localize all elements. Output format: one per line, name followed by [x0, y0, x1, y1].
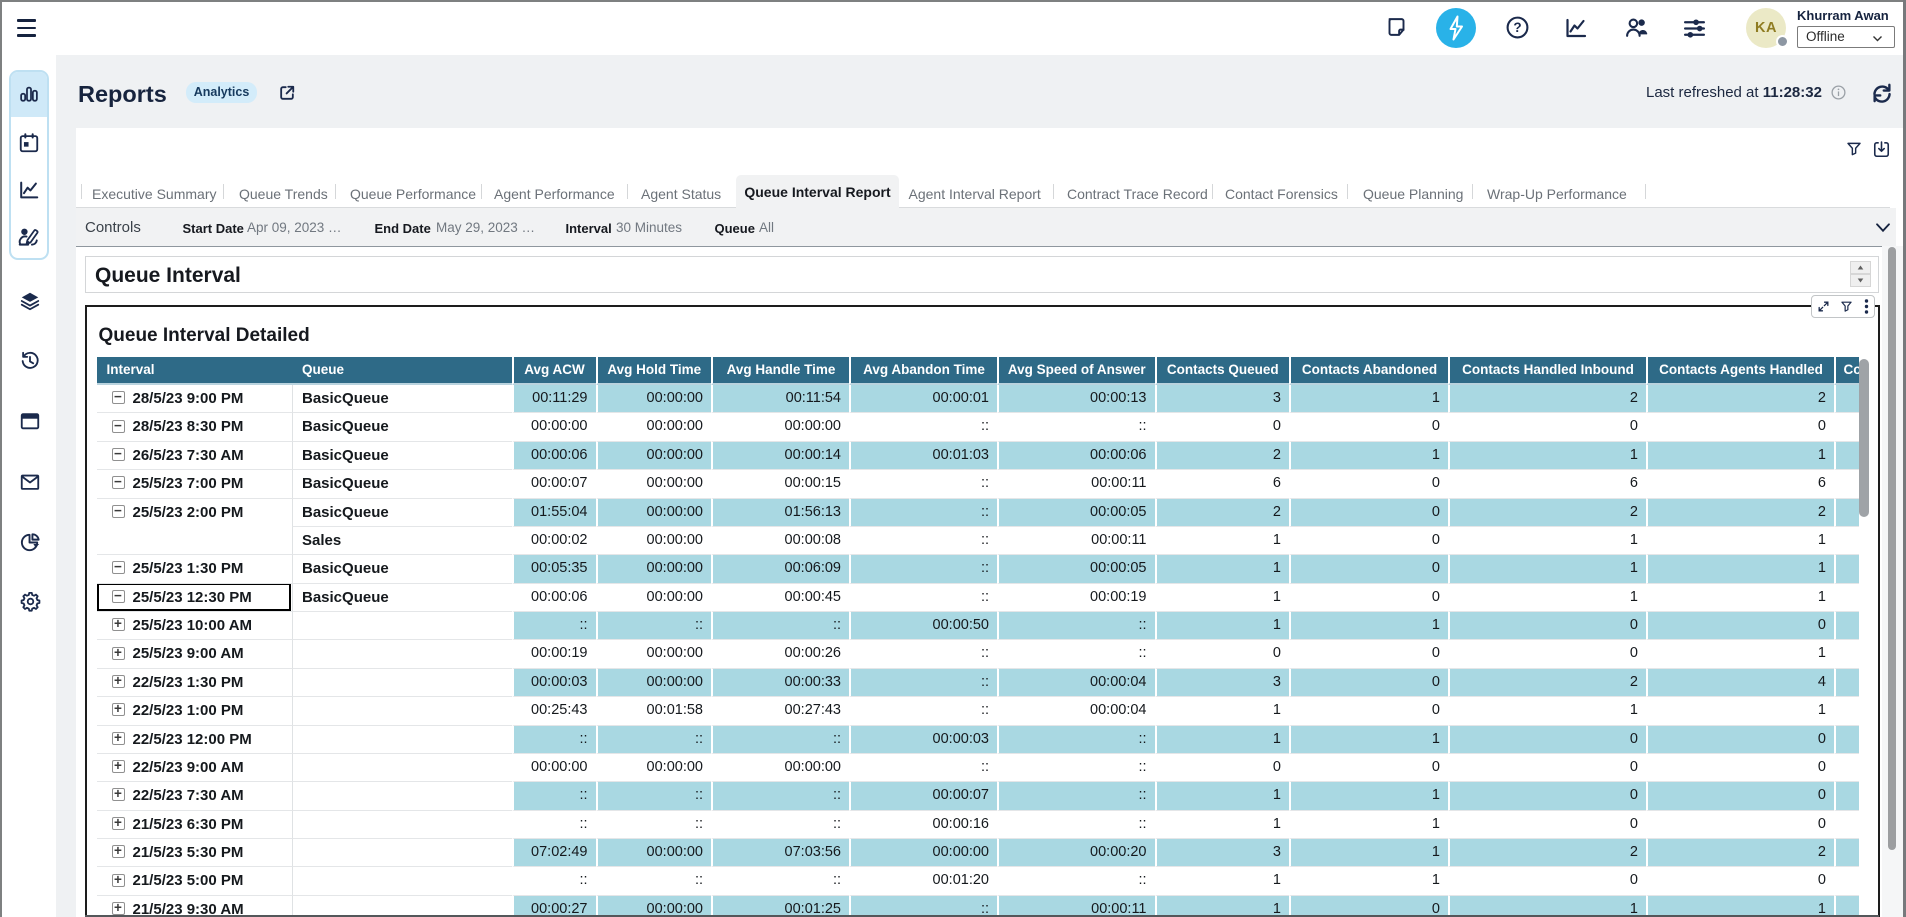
svg-text:?: ?	[1513, 20, 1521, 35]
